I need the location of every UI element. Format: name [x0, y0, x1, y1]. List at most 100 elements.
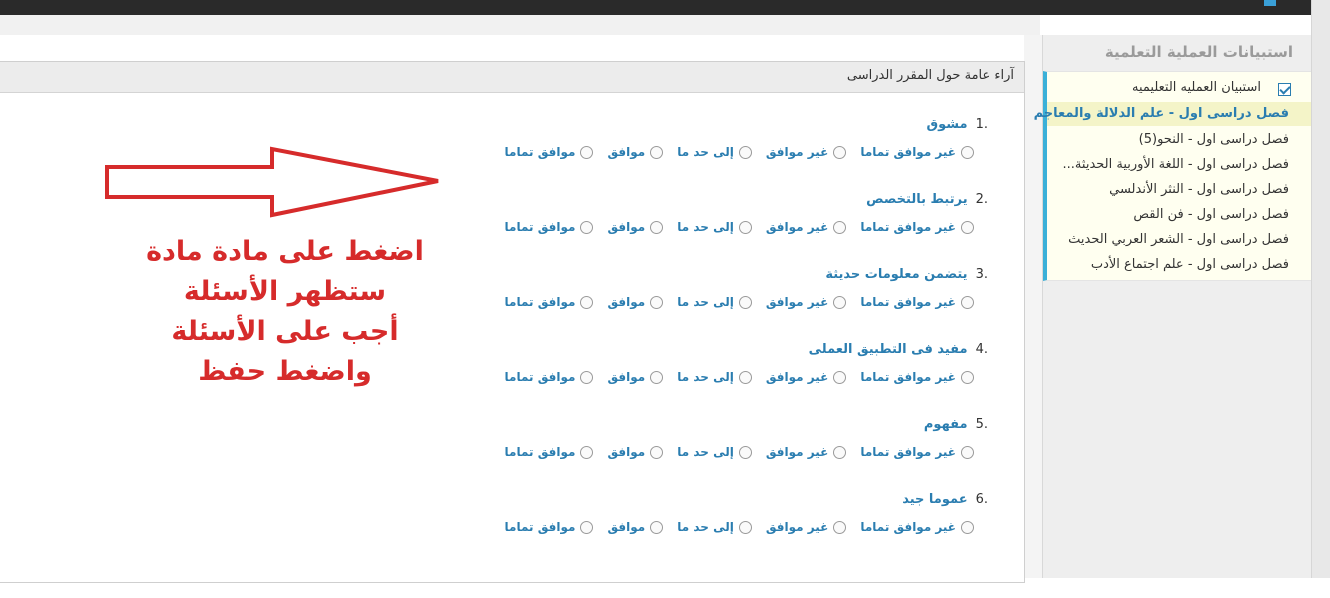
radio-button-icon[interactable]: [650, 521, 664, 534]
radio-button-icon[interactable]: [650, 371, 664, 384]
question-number: .6: [975, 492, 988, 507]
sidebar-item[interactable]: فصل دراسى اول - النثر الأندلسي: [1109, 182, 1289, 197]
radio-button-icon[interactable]: [961, 371, 974, 384]
answer-option[interactable]: موافق: [607, 520, 664, 534]
radio-button-icon[interactable]: [833, 521, 847, 534]
answer-options: غير موافق تماما غير موافق إلى حد ما موافق مو…: [491, 370, 974, 384]
question-title: .6 عموما جيد: [902, 492, 988, 507]
answer-option[interactable]: موافق تماما: [505, 145, 594, 159]
radio-button-icon[interactable]: [738, 296, 752, 309]
header-strip: [0, 15, 1040, 35]
radio-button-icon[interactable]: [833, 446, 847, 459]
sidebar-list: استبيان العمليه التعليميه فصل دراسى اول …: [1034, 71, 1311, 281]
answer-options: غير موافق تماما غير موافق إلى حد ما موافق مو…: [491, 445, 974, 459]
answer-option-label: موافق تماما: [504, 520, 576, 534]
sidebar-item[interactable]: فصل دراسى اول - فن القص: [1133, 207, 1289, 222]
radio-button-icon[interactable]: [580, 521, 594, 534]
radio-button-icon[interactable]: [738, 146, 752, 159]
answer-option[interactable]: إلى حد ما: [677, 220, 752, 234]
answer-option-label: غير موافق: [765, 445, 829, 459]
answer-option[interactable]: موافق: [607, 220, 664, 234]
answer-option[interactable]: غير موافق تماما: [860, 520, 974, 534]
answer-option-label: موافق تماما: [504, 145, 576, 159]
instruction-line: واضغط حفظ: [198, 356, 372, 387]
radio-button-icon[interactable]: [738, 446, 752, 459]
answer-option[interactable]: موافق تماما: [505, 370, 594, 384]
answer-options: غير موافق تماما غير موافق إلى حد ما موافق مو…: [491, 520, 974, 534]
answer-option-label: موافق تماما: [504, 220, 576, 234]
answer-option-label: إلى حد ما: [677, 445, 734, 459]
answer-option[interactable]: موافق: [607, 145, 664, 159]
radio-button-icon[interactable]: [833, 296, 847, 309]
question-number: .5: [975, 417, 988, 432]
answer-option[interactable]: غير موافق تماما: [860, 370, 974, 384]
radio-button-icon[interactable]: [961, 446, 974, 459]
answer-option[interactable]: غير موافق تماما: [860, 220, 974, 234]
radio-button-icon[interactable]: [580, 296, 594, 309]
answer-option[interactable]: موافق تماما: [505, 445, 594, 459]
answer-option-label: موافق: [607, 145, 646, 159]
radio-button-icon[interactable]: [580, 371, 594, 384]
sidebar-item[interactable]: فصل دراسى اول - اللغة الأوربية الحديثة..…: [1063, 157, 1289, 172]
answer-option[interactable]: غير موافق: [766, 220, 847, 234]
panel-title: آراء عامة حول المقرر الدراسى: [846, 68, 1014, 83]
question-text: يتضمن معلومات حديثة: [825, 267, 968, 282]
radio-button-icon[interactable]: [961, 296, 974, 309]
sidebar-item[interactable]: فصل دراسى اول - النحو(5): [1139, 132, 1289, 147]
answer-option[interactable]: غير موافق تماما: [860, 445, 974, 459]
answer-option-label: إلى حد ما: [677, 370, 734, 384]
radio-button-icon[interactable]: [580, 221, 594, 234]
answer-option[interactable]: غير موافق: [766, 145, 847, 159]
sidebar-survey-heading[interactable]: استبيان العمليه التعليميه: [1132, 80, 1261, 95]
answer-option[interactable]: موافق تماما: [505, 220, 594, 234]
answer-option[interactable]: إلى حد ما: [677, 145, 752, 159]
survey-sidebar: استبيانات العملية التعلمية استبيان العمل…: [1034, 35, 1311, 578]
answer-option[interactable]: موافق: [607, 370, 664, 384]
answer-option-label: موافق: [607, 220, 646, 234]
question-title: .4 مفيد فى التطبيق العملى: [809, 342, 988, 357]
radio-button-icon[interactable]: [961, 146, 974, 159]
radio-button-icon[interactable]: [738, 221, 752, 234]
sidebar-item[interactable]: فصل دراسى اول - علم اجتماع الأدب: [1091, 257, 1289, 272]
radio-button-icon[interactable]: [961, 221, 974, 234]
answer-option[interactable]: غير موافق: [765, 370, 847, 384]
answer-option[interactable]: غير موافق تماما: [860, 295, 974, 309]
right-arrow-icon: [105, 146, 439, 218]
radio-button-icon[interactable]: [961, 521, 974, 534]
radio-button-icon[interactable]: [650, 296, 664, 309]
radio-button-icon[interactable]: [833, 221, 847, 234]
radio-button-icon[interactable]: [833, 371, 847, 384]
question-number: .1: [975, 117, 988, 132]
radio-button-icon[interactable]: [738, 521, 752, 534]
radio-button-icon[interactable]: [650, 446, 664, 459]
answer-option-label: موافق: [607, 520, 646, 534]
checkbox-checked-icon: [1278, 83, 1291, 96]
answer-option[interactable]: موافق: [607, 295, 664, 309]
answer-option[interactable]: إلى حد ما: [677, 370, 752, 384]
radio-button-icon[interactable]: [650, 146, 664, 159]
answer-option-label: غير موافق تماما: [860, 520, 956, 534]
answer-option[interactable]: غير موافق: [765, 445, 847, 459]
answer-option-label: إلى حد ما: [677, 220, 734, 234]
answer-option-label: غير موافق: [765, 370, 829, 384]
instruction-line: اضغط على مادة مادة: [146, 236, 424, 267]
sidebar-item-active[interactable]: فصل دراسى اول - علم الدلالة والمعاجم: [1034, 102, 1311, 126]
answer-option[interactable]: موافق تماما: [505, 295, 594, 309]
answer-option[interactable]: غير موافق تماما: [860, 145, 974, 159]
answer-option[interactable]: موافق: [607, 445, 664, 459]
answer-option-label: موافق تماما: [504, 445, 576, 459]
answer-option[interactable]: غير موافق: [766, 295, 847, 309]
radio-button-icon[interactable]: [738, 371, 752, 384]
answer-option[interactable]: غير موافق: [766, 520, 847, 534]
answer-option[interactable]: إلى حد ما: [677, 295, 752, 309]
answer-option-label: غير موافق تماما: [860, 220, 956, 234]
vertical-scrollbar[interactable]: [1311, 0, 1330, 578]
answer-option[interactable]: إلى حد ما: [677, 520, 752, 534]
radio-button-icon[interactable]: [580, 146, 594, 159]
answer-option[interactable]: إلى حد ما: [677, 445, 752, 459]
radio-button-icon[interactable]: [650, 221, 664, 234]
answer-option[interactable]: موافق تماما: [505, 520, 594, 534]
radio-button-icon[interactable]: [833, 146, 847, 159]
sidebar-item[interactable]: فصل دراسى اول - الشعر العربي الحديث: [1068, 232, 1289, 247]
radio-button-icon[interactable]: [580, 446, 594, 459]
